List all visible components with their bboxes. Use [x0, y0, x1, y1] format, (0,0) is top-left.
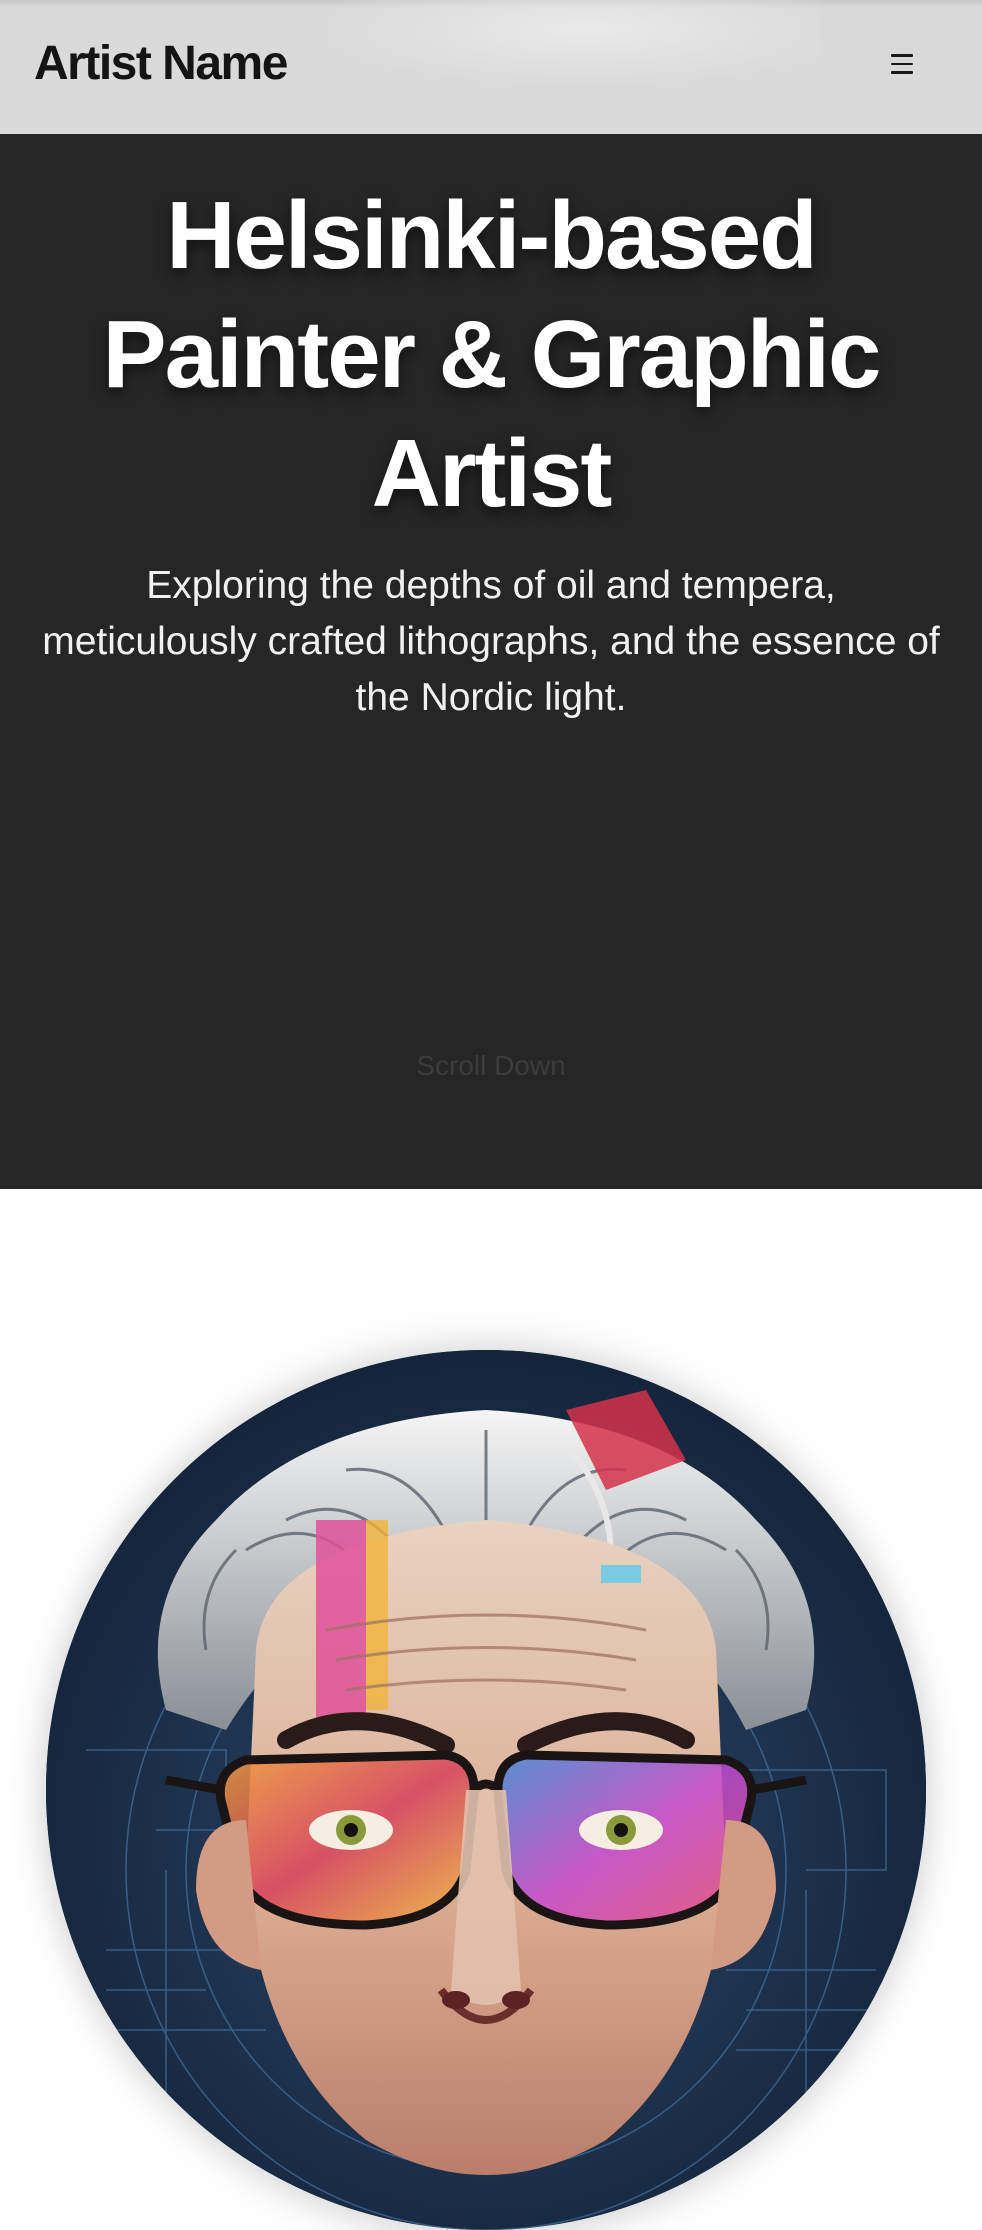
menu-line — [891, 71, 913, 74]
menu-line — [891, 54, 913, 57]
hamburger-menu-icon[interactable] — [882, 44, 922, 84]
artist-portrait — [46, 1350, 926, 2230]
site-brand[interactable]: Artist Name — [34, 34, 288, 94]
scroll-down-link[interactable]: Scroll Down — [0, 1046, 982, 1086]
hero-title: Helsinki-based Painter & Graphic Artist — [102, 182, 882, 527]
hero-section: Helsinki-based Painter & Graphic Artist … — [0, 134, 982, 1189]
menu-line — [891, 62, 913, 66]
portrait-illustration — [46, 1350, 926, 2230]
site-header: Artist Name — [0, 0, 982, 134]
header-background-blur — [300, 0, 820, 90]
hero-subtitle: Exploring the depths of oil and tempera,… — [42, 564, 940, 719]
